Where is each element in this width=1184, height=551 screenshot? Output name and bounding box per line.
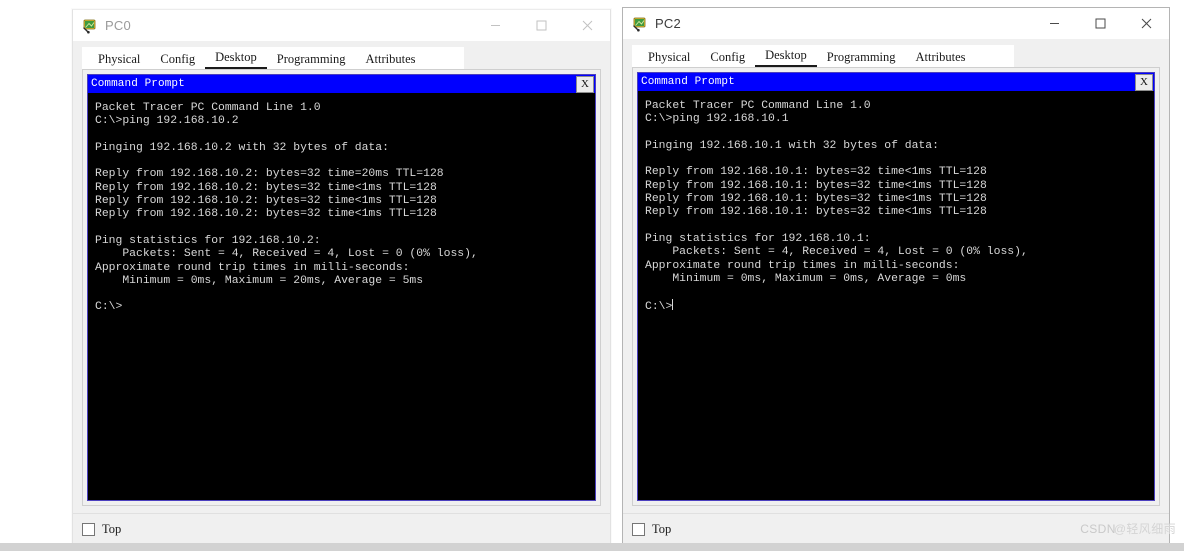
pc0-terminal-output[interactable]: Packet Tracer PC Command Line 1.0 C:\>pin… bbox=[88, 93, 595, 500]
pc2-terminal-output[interactable]: Packet Tracer PC Command Line 1.0 C:\>pin… bbox=[638, 91, 1154, 500]
terminal-line: Reply from 192.168.10.1: bytes=32 time<1… bbox=[645, 206, 987, 219]
pc2-tabstrip: Physical Config Desktop Programming Attr… bbox=[632, 45, 1014, 67]
maximize-icon[interactable] bbox=[518, 10, 564, 41]
tab-physical[interactable]: Physical bbox=[88, 50, 150, 69]
terminal-cursor bbox=[672, 299, 674, 311]
pc0-window[interactable]: PC0 Physical Config Desktop Programming … bbox=[72, 9, 611, 546]
terminal-line: C:\> bbox=[95, 301, 123, 314]
tab-programming[interactable]: Programming bbox=[817, 48, 906, 67]
terminal-line: Reply from 192.168.10.1: bytes=32 time<1… bbox=[645, 166, 987, 179]
pc0-command-prompt-window[interactable]: Command Prompt X Packet Tracer PC Comman… bbox=[87, 74, 596, 501]
terminal-line: Ping statistics for 192.168.10.2: bbox=[95, 234, 321, 247]
pc0-command-prompt-title: Command Prompt bbox=[91, 78, 185, 90]
pc0-top-label: Top bbox=[102, 522, 122, 536]
terminal-line: C:\>ping 192.168.10.2 bbox=[95, 115, 239, 128]
pc0-title-group: PC0 bbox=[73, 18, 131, 34]
tab-desktop[interactable]: Desktop bbox=[755, 46, 817, 67]
pc0-tabstrip-wrap: Physical Config Desktop Programming Attr… bbox=[73, 41, 610, 69]
pc0-title-text: PC0 bbox=[105, 18, 131, 33]
packet-tracer-pc-icon bbox=[82, 18, 98, 34]
pc2-tabstrip-wrap: Physical Config Desktop Programming Attr… bbox=[623, 39, 1169, 67]
terminal-line: Packets: Sent = 4, Received = 4, Lost = … bbox=[645, 246, 1028, 259]
pc2-window-controls bbox=[1031, 8, 1169, 39]
terminal-line: C:\> bbox=[645, 299, 674, 314]
watermark-brand: CSDN bbox=[1080, 522, 1116, 536]
terminal-line: Pinging 192.168.10.2 with 32 bytes of da… bbox=[95, 141, 389, 154]
terminal-line: Minimum = 0ms, Maximum = 20ms, Average =… bbox=[95, 274, 424, 287]
pc2-title-text: PC2 bbox=[655, 16, 681, 31]
terminal-line: Minimum = 0ms, Maximum = 0ms, Average = … bbox=[645, 272, 967, 285]
terminal-line: Reply from 192.168.10.2: bytes=32 time<1… bbox=[95, 195, 437, 208]
terminal-line: Approximate round trip times in milli-se… bbox=[645, 259, 960, 272]
terminal-line: Reply from 192.168.10.1: bytes=32 time<1… bbox=[645, 179, 987, 192]
terminal-line: Reply from 192.168.10.2: bytes=32 time<1… bbox=[95, 208, 437, 221]
terminal-line: C:\>ping 192.168.10.1 bbox=[645, 113, 789, 126]
minimize-icon[interactable] bbox=[1031, 8, 1077, 39]
pc2-title-group: PC2 bbox=[623, 16, 681, 32]
pc0-command-prompt-close-button[interactable]: X bbox=[576, 75, 594, 93]
terminal-line: Pinging 192.168.10.1 with 32 bytes of da… bbox=[645, 139, 939, 152]
tab-attributes[interactable]: Attributes bbox=[906, 48, 976, 67]
pc0-footer: Top bbox=[73, 513, 610, 545]
pc2-command-prompt-window[interactable]: Command Prompt X Packet Tracer PC Comman… bbox=[637, 72, 1155, 501]
terminal-line: Packets: Sent = 4, Received = 4, Lost = … bbox=[95, 248, 478, 261]
minimize-icon[interactable] bbox=[472, 10, 518, 41]
packet-tracer-pc-icon bbox=[632, 16, 648, 32]
pc2-command-prompt-close-button[interactable]: X bbox=[1135, 73, 1153, 91]
close-icon[interactable] bbox=[564, 10, 610, 41]
tab-config[interactable]: Config bbox=[150, 50, 205, 69]
pc0-desktop-panel: Command Prompt X Packet Tracer PC Comman… bbox=[82, 69, 601, 506]
tab-config[interactable]: Config bbox=[700, 48, 755, 67]
tab-desktop[interactable]: Desktop bbox=[205, 48, 267, 69]
pc0-tabstrip: Physical Config Desktop Programming Attr… bbox=[82, 47, 464, 69]
watermark-user: @轻风细雨 bbox=[1113, 522, 1176, 536]
pc2-top-checkbox[interactable] bbox=[632, 523, 645, 536]
maximize-icon[interactable] bbox=[1077, 8, 1123, 39]
close-icon[interactable] bbox=[1123, 8, 1169, 39]
pc2-titlebar[interactable]: PC2 bbox=[623, 8, 1169, 39]
terminal-line: Packet Tracer PC Command Line 1.0 bbox=[95, 102, 321, 114]
pc0-titlebar[interactable]: PC0 bbox=[73, 10, 610, 41]
tab-attributes[interactable]: Attributes bbox=[356, 50, 426, 69]
terminal-line: Reply from 192.168.10.1: bytes=32 time<1… bbox=[645, 193, 987, 206]
terminal-line: Approximate round trip times in milli-se… bbox=[95, 261, 410, 274]
terminal-line: Reply from 192.168.10.2: bytes=32 time<1… bbox=[95, 181, 437, 194]
pc0-window-controls bbox=[472, 10, 610, 41]
terminal-line: Ping statistics for 192.168.10.1: bbox=[645, 232, 871, 245]
tab-programming[interactable]: Programming bbox=[267, 50, 356, 69]
terminal-line: Reply from 192.168.10.2: bytes=32 time=2… bbox=[95, 168, 444, 181]
pc2-top-label: Top bbox=[652, 522, 672, 536]
pc2-command-prompt-titlebar[interactable]: Command Prompt X bbox=[638, 73, 1154, 91]
pc2-window[interactable]: PC2 Physical Config Desktop Programming … bbox=[622, 7, 1170, 546]
pc2-command-prompt-title: Command Prompt bbox=[641, 76, 735, 88]
terminal-line: Packet Tracer PC Command Line 1.0 bbox=[645, 100, 871, 112]
pc2-desktop-panel: Command Prompt X Packet Tracer PC Comman… bbox=[632, 67, 1160, 506]
csdn-watermark: CSDN@轻风细雨 bbox=[1080, 520, 1176, 537]
pc0-top-checkbox[interactable] bbox=[82, 523, 95, 536]
pc0-command-prompt-titlebar[interactable]: Command Prompt X bbox=[88, 75, 595, 93]
page-bottom-strip bbox=[0, 543, 1184, 551]
tab-physical[interactable]: Physical bbox=[638, 48, 700, 67]
